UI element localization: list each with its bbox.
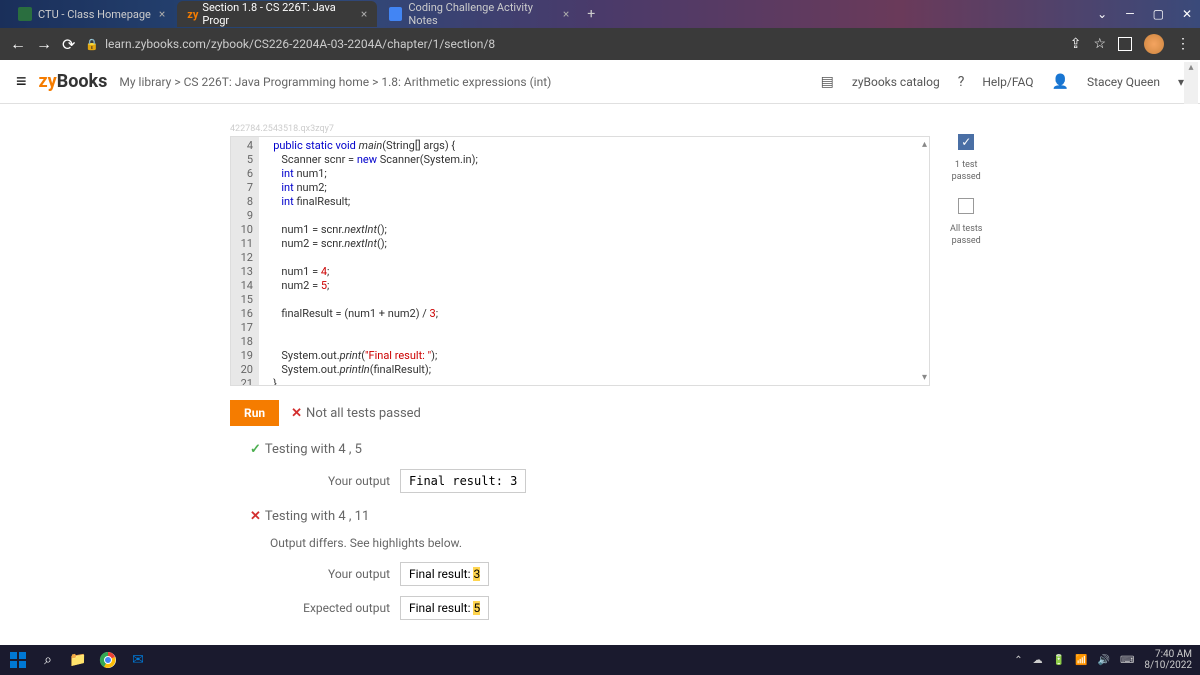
mail-icon[interactable]: ✉: [128, 650, 148, 670]
new-tab-button[interactable]: +: [587, 6, 595, 22]
test-status-column: ✓ 1 test passed All tests passed: [950, 134, 982, 246]
tab-title: Section 1.8 - CS 226T: Java Progr: [202, 1, 352, 27]
windows-taskbar: ⌕ 📁 ✉ ⌃ ☁ 🔋 📶 🔊 ⌨ 7:40 AM 8/10/2022: [0, 645, 1200, 675]
output-label: Your output: [290, 474, 390, 488]
help-icon: ?: [958, 74, 965, 90]
keyboard-icon[interactable]: ⌨: [1120, 655, 1134, 666]
chrome-icon[interactable]: [98, 650, 118, 670]
close-icon[interactable]: ×: [159, 7, 165, 21]
test-title-text: Testing with 4 , 5: [265, 442, 362, 457]
output-value: Final result: 3: [400, 469, 526, 493]
test-fail-indicator: [958, 198, 974, 214]
status-label: passed: [952, 172, 981, 182]
scroll-up-icon[interactable]: ▴: [922, 139, 927, 150]
user-menu[interactable]: Stacey Queen: [1087, 75, 1160, 89]
code-editor[interactable]: ▴ ▾ 45678910111213141516171819202122 pub…: [230, 136, 930, 386]
window-close-button[interactable]: ✕: [1182, 7, 1192, 21]
battery-icon[interactable]: 🔋: [1053, 655, 1065, 666]
maximize-button[interactable]: ▢: [1153, 7, 1164, 21]
file-explorer-icon[interactable]: 📁: [68, 650, 88, 670]
status-label: All tests: [950, 224, 982, 234]
check-icon: ✓: [250, 442, 261, 457]
x-icon: ✕: [250, 509, 261, 524]
tab-favicon: zy: [187, 8, 198, 21]
catalog-icon: ▤: [821, 74, 834, 90]
browser-tab-2[interactable]: Coding Challenge Activity Notes ×: [379, 1, 579, 27]
content-area: 422784.2543518.qx3zqy7 ▴ ▾ 4567891011121…: [0, 104, 1200, 645]
address-bar[interactable]: 🔒 learn.zybooks.com/zybook/CS226-2204A-0…: [85, 37, 1059, 51]
x-icon: ✕: [291, 406, 302, 421]
diff-note: Output differs. See highlights below.: [270, 536, 1200, 550]
profile-avatar[interactable]: [1144, 34, 1164, 54]
wifi-icon[interactable]: 📶: [1075, 655, 1087, 666]
reading-list-icon[interactable]: [1118, 37, 1132, 51]
window-tab-strip: CTU - Class Homepage × zy Section 1.8 - …: [0, 0, 1200, 28]
test-pass-indicator: ✓: [958, 134, 974, 150]
kebab-menu-icon[interactable]: ⋮: [1176, 36, 1190, 52]
bookmark-icon[interactable]: ☆: [1093, 36, 1106, 52]
help-link[interactable]: Help/FAQ: [982, 75, 1033, 89]
output-value: Final result: 3: [400, 562, 489, 586]
clock[interactable]: 7:40 AM 8/10/2022: [1144, 649, 1192, 671]
line-gutter: 45678910111213141516171819202122: [231, 137, 259, 386]
watermark-text: 422784.2543518.qx3zqy7: [230, 124, 930, 134]
breadcrumb[interactable]: My library > CS 226T: Java Programming h…: [119, 75, 551, 89]
hamburger-menu-icon[interactable]: ≡: [16, 71, 27, 92]
output-label: Your output: [290, 567, 390, 581]
browser-tab-1[interactable]: zy Section 1.8 - CS 226T: Java Progr ×: [177, 1, 377, 27]
test-result-1: ✓ Testing with 4 , 5 Your output Final r…: [250, 442, 1200, 493]
chevron-up-icon[interactable]: ⌃: [1014, 655, 1022, 666]
run-row: Run ✕ Not all tests passed: [230, 400, 1200, 426]
volume-icon[interactable]: 🔊: [1098, 655, 1110, 666]
share-icon[interactable]: ⇪: [1070, 36, 1082, 52]
url-text: learn.zybooks.com/zybook/CS226-2204A-03-…: [105, 37, 495, 51]
close-icon[interactable]: ×: [361, 7, 367, 21]
browser-tab-0[interactable]: CTU - Class Homepage ×: [8, 1, 175, 27]
start-button[interactable]: [8, 650, 28, 670]
back-button[interactable]: ←: [10, 34, 26, 54]
catalog-link[interactable]: zyBooks catalog: [852, 75, 940, 89]
run-button[interactable]: Run: [230, 400, 279, 426]
search-icon[interactable]: ⌕: [38, 650, 58, 670]
chevron-down-icon[interactable]: ⌄: [1097, 7, 1107, 21]
cloud-icon[interactable]: ☁: [1033, 655, 1043, 666]
tab-favicon: [389, 7, 402, 21]
code-text[interactable]: public static void main(String[] args) {…: [259, 137, 484, 386]
test-result-2: ✕ Testing with 4 , 11 Output differs. Se…: [250, 509, 1200, 620]
code-editor-panel: 422784.2543518.qx3zqy7 ▴ ▾ 4567891011121…: [230, 124, 930, 386]
minimize-button[interactable]: —: [1125, 7, 1134, 21]
status-label: passed: [952, 236, 981, 246]
reload-button[interactable]: ⟳: [62, 35, 75, 54]
zybooks-logo[interactable]: zyBooks: [39, 71, 108, 92]
output-label: Expected output: [290, 601, 390, 615]
lock-icon: 🔒: [85, 38, 99, 51]
run-summary: ✕ Not all tests passed: [291, 406, 421, 421]
status-label: 1 test: [955, 160, 978, 170]
test-title-text: Testing with 4 , 11: [265, 509, 369, 524]
tab-title: CTU - Class Homepage: [38, 8, 151, 21]
scroll-down-icon[interactable]: ▾: [922, 372, 927, 383]
scroll-up-icon[interactable]: ▴: [1184, 62, 1198, 73]
close-icon[interactable]: ×: [563, 7, 569, 21]
browser-toolbar: ← → ⟳ 🔒 learn.zybooks.com/zybook/CS226-2…: [0, 28, 1200, 60]
user-icon: 👤: [1052, 74, 1069, 90]
forward-button[interactable]: →: [36, 34, 52, 54]
zybooks-header: ≡ zyBooks My library > CS 226T: Java Pro…: [0, 60, 1200, 104]
tab-title: Coding Challenge Activity Notes: [408, 1, 554, 27]
output-value: Final result: 5: [400, 596, 489, 620]
tab-favicon: [18, 7, 32, 21]
